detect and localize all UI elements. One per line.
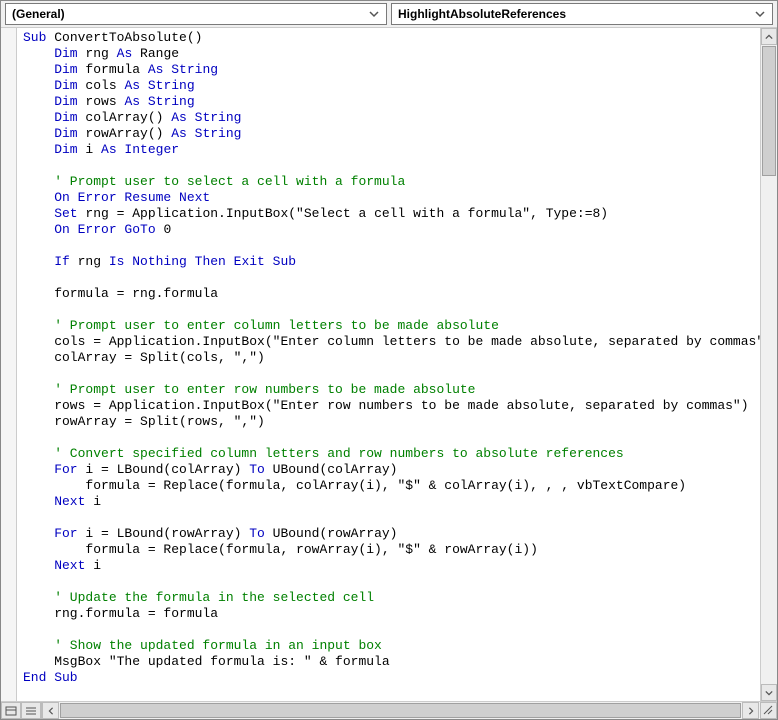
scroll-left-button[interactable]: [42, 702, 59, 719]
scroll-up-button[interactable]: [761, 28, 777, 45]
procedure-view-button[interactable]: [1, 702, 21, 719]
vertical-scrollbar-thumb[interactable]: [762, 46, 776, 176]
full-module-view-button[interactable]: [21, 702, 41, 719]
margin-indicator-bar: [1, 28, 17, 701]
scroll-right-button[interactable]: [742, 702, 759, 719]
vertical-scrollbar[interactable]: [760, 28, 777, 701]
code-text[interactable]: Sub ConvertToAbsolute() Dim rng As Range…: [17, 28, 760, 688]
vba-editor-window: (General) HighlightAbsoluteReferences Su…: [0, 0, 778, 720]
chevron-down-icon: [366, 6, 382, 22]
dropdown-bar: (General) HighlightAbsoluteReferences: [1, 1, 777, 28]
horizontal-scrollbar[interactable]: [42, 702, 777, 719]
editor-area: Sub ConvertToAbsolute() Dim rng As Range…: [1, 28, 777, 701]
resize-grip-icon[interactable]: [760, 702, 777, 719]
object-dropdown[interactable]: (General): [5, 3, 387, 25]
scroll-down-button[interactable]: [761, 684, 777, 701]
procedure-dropdown-label: HighlightAbsoluteReferences: [398, 7, 566, 21]
object-dropdown-label: (General): [12, 7, 65, 21]
procedure-dropdown[interactable]: HighlightAbsoluteReferences: [391, 3, 773, 25]
view-mode-buttons: [1, 702, 42, 719]
code-pane[interactable]: Sub ConvertToAbsolute() Dim rng As Range…: [17, 28, 760, 701]
horizontal-scrollbar-thumb[interactable]: [60, 703, 741, 718]
chevron-down-icon: [752, 6, 768, 22]
bottom-bar: [1, 701, 777, 719]
